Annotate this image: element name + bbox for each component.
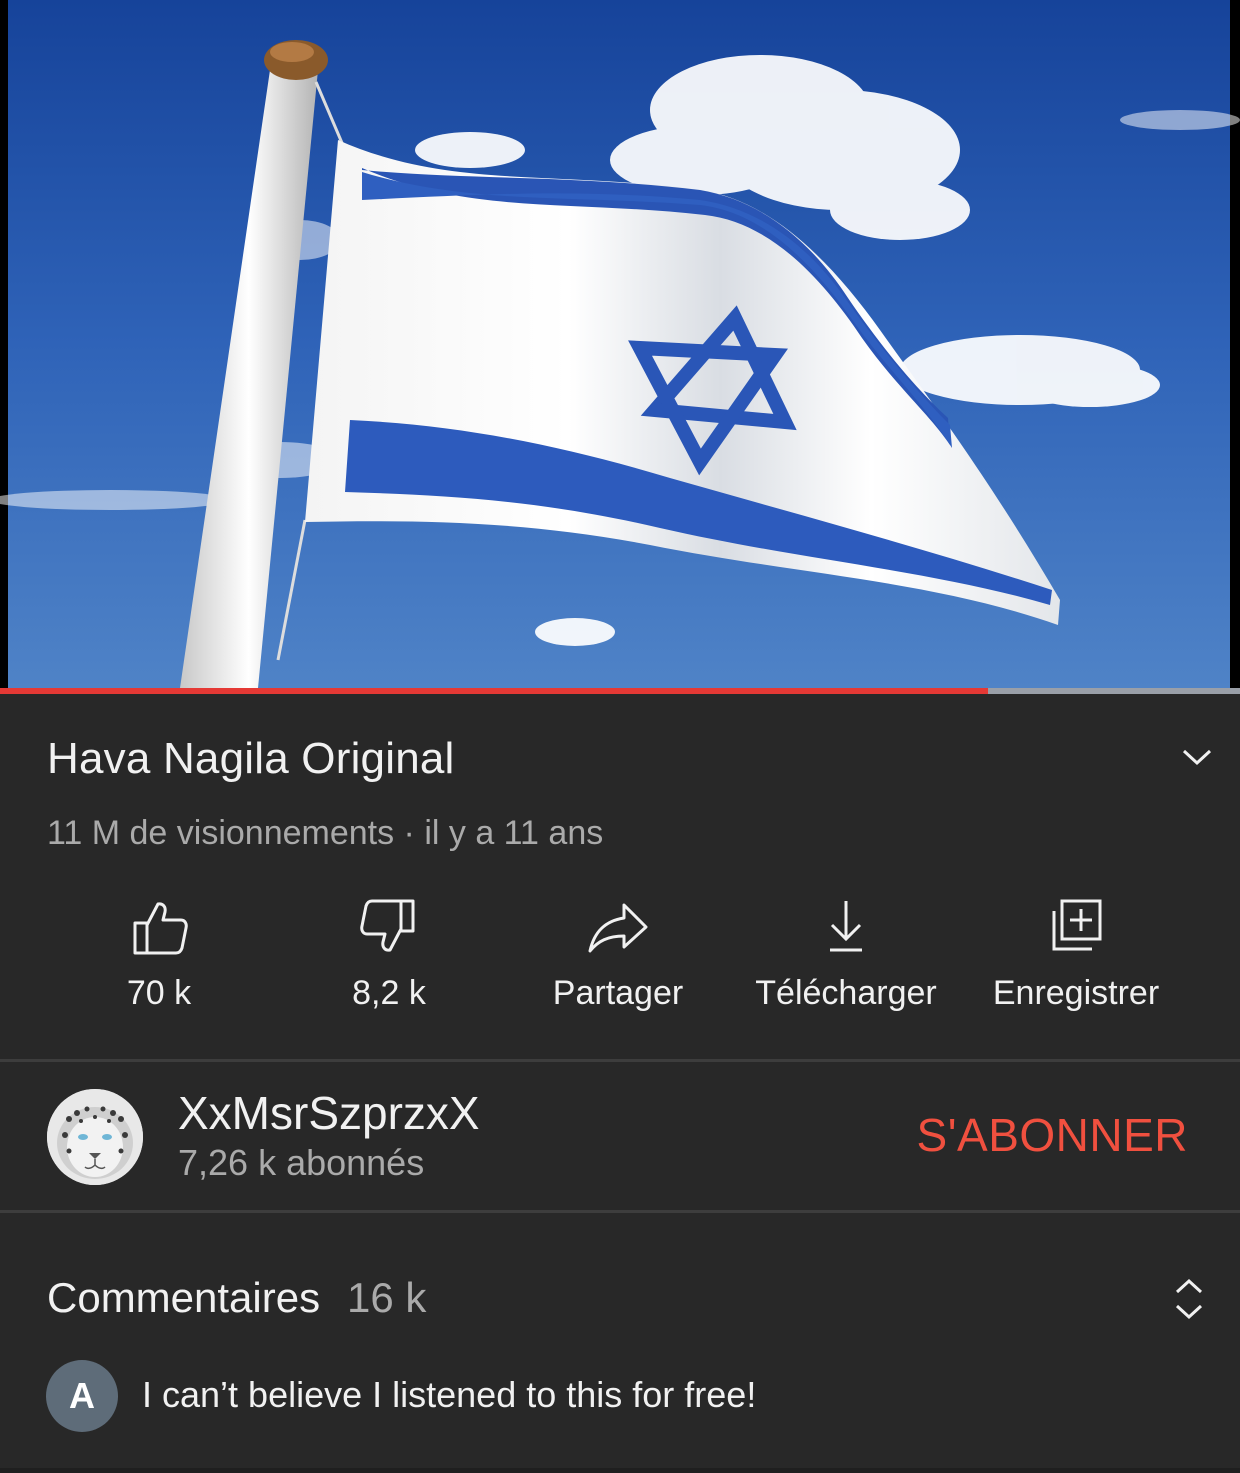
bottom-edge [0,1468,1240,1473]
thumbs-down-icon [360,899,415,952]
channel-name[interactable]: XxMsrSzprzxX [178,1086,480,1140]
action-bar: 70 k 8,2 k Partager Télécharger Enregist… [0,895,1240,1025]
video-progress-bar[interactable] [0,688,1240,694]
subscribe-button[interactable]: S'ABONNER [917,1108,1188,1162]
channel-avatar[interactable] [47,1089,143,1185]
divider [0,1210,1240,1213]
comment-text[interactable]: I can’t believe I listened to this for f… [142,1374,756,1416]
share-icon [588,903,648,953]
like-count: 70 k [126,974,192,1012]
dislike-button[interactable]: 8,2 k [274,895,504,1013]
video-progress-played [0,688,989,694]
save-button[interactable]: Enregistrer [961,895,1191,1013]
snow-leopard-avatar-image [47,1089,143,1185]
download-label: Télécharger [755,974,937,1012]
like-button[interactable]: 70 k [44,895,274,1013]
share-button[interactable]: Partager [503,895,733,1013]
download-icon [830,901,862,952]
share-label: Partager [552,974,684,1012]
subscriber-count: 7,26 k abonnés [178,1142,425,1183]
thumbs-up-icon [133,902,188,955]
download-button[interactable]: Télécharger [731,895,961,1013]
comments-count: 16 k [347,1274,427,1321]
comments-title[interactable]: Commentaires [47,1274,320,1322]
add-to-playlist-icon [1052,899,1102,951]
video-title: Hava Nagila Original [47,734,455,783]
dislike-count: 8,2 k [352,974,426,1012]
save-label: Enregistrer [992,974,1160,1012]
commenter-avatar[interactable]: A [46,1360,118,1432]
expand-collapse-icon[interactable] [1170,1276,1208,1322]
video-meta: 11 M de visionnements · il y a 11 ans [47,814,604,852]
divider [0,1059,1240,1062]
video-player[interactable] [0,0,1240,688]
chevron-down-icon[interactable] [1176,740,1218,774]
video-thumbnail-flag [0,0,1240,688]
